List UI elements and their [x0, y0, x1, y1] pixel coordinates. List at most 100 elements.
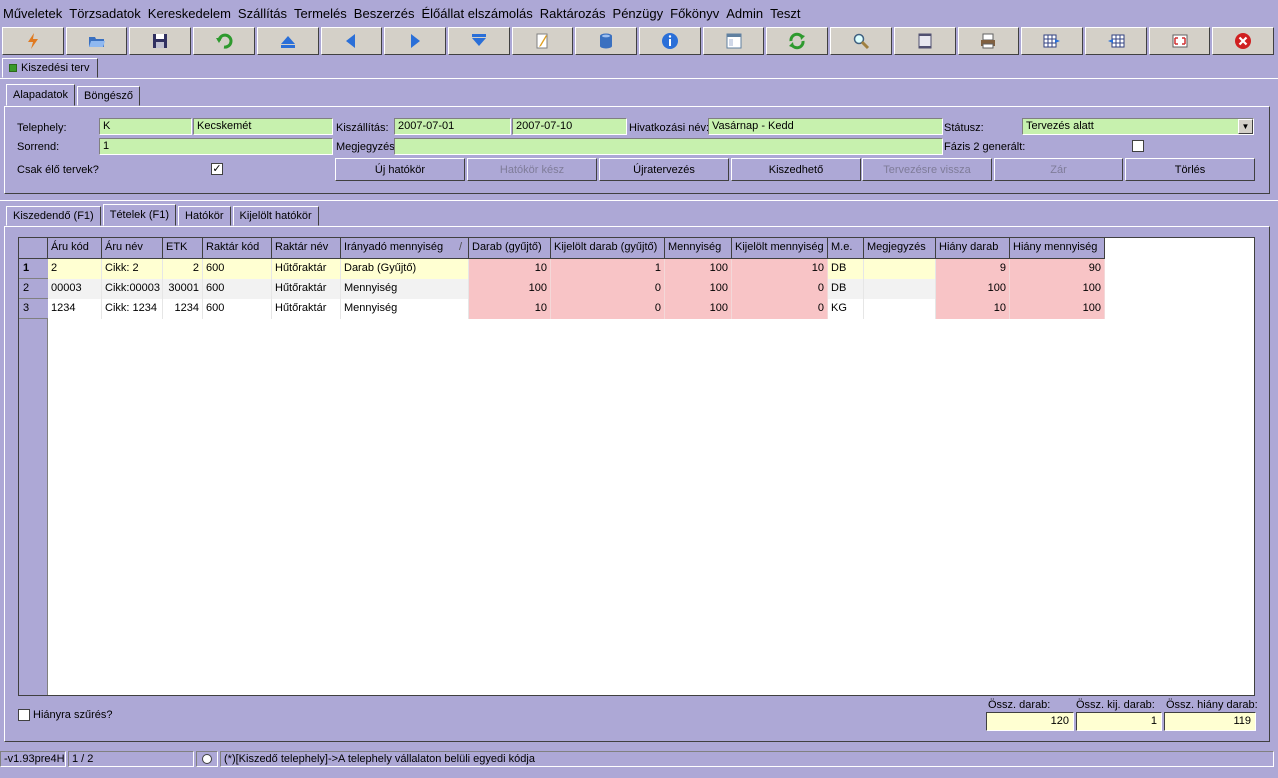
- table-cell[interactable]: 1234: [48, 299, 102, 319]
- print-button[interactable]: [957, 27, 1020, 55]
- table-cell[interactable]: [864, 259, 936, 279]
- tab-hatokor[interactable]: Hatókör: [178, 206, 231, 226]
- menu-teszt[interactable]: Teszt: [770, 6, 800, 21]
- zar-button[interactable]: Zár: [994, 158, 1123, 181]
- tab-alapadatok[interactable]: Alapadatok: [6, 84, 76, 106]
- save-disk-button[interactable]: [129, 27, 192, 55]
- fazis2-checkbox[interactable]: [1132, 140, 1144, 152]
- telephely-code-field[interactable]: K: [99, 118, 192, 135]
- table-cell[interactable]: [864, 279, 936, 299]
- megjegyzes-field[interactable]: [394, 138, 943, 155]
- tab-kijelolt-hatokor[interactable]: Kijelölt hatókör: [232, 206, 319, 226]
- table-cell[interactable]: 0: [551, 279, 665, 299]
- tab-bongeszo[interactable]: Böngésző: [77, 86, 140, 106]
- lightning-button[interactable]: [2, 27, 64, 55]
- column-header[interactable]: Raktár név: [272, 238, 341, 259]
- table-cell[interactable]: 100: [936, 279, 1010, 299]
- table-cell[interactable]: Cikk:00003: [102, 279, 163, 299]
- tab-kiszedendo[interactable]: Kiszedendő (F1): [6, 206, 101, 226]
- table-cell[interactable]: 100: [1010, 279, 1105, 299]
- kiszedheto-button[interactable]: Kiszedhető: [731, 158, 861, 181]
- edit-pencil-button[interactable]: [511, 27, 574, 55]
- table-cell[interactable]: KG: [828, 299, 864, 319]
- table-cell[interactable]: 1234: [163, 299, 203, 319]
- column-header[interactable]: Áru név: [102, 238, 163, 259]
- column-header[interactable]: Darab (gyűjtő): [469, 238, 551, 259]
- table-cell[interactable]: 9: [936, 259, 1010, 279]
- column-header[interactable]: Hiány mennyiség: [1010, 238, 1105, 259]
- kiszallitas-from-field[interactable]: 2007-07-01: [394, 118, 511, 135]
- menu-kereskedelem[interactable]: Kereskedelem: [148, 6, 231, 21]
- table-cell[interactable]: 30001: [163, 279, 203, 299]
- table-cell[interactable]: Mennyiség: [341, 279, 469, 299]
- table-cell[interactable]: Hűtőraktár: [272, 279, 341, 299]
- table-cell[interactable]: Hűtőraktár: [272, 259, 341, 279]
- fullscreen-button[interactable]: [1148, 27, 1211, 55]
- table-cell[interactable]: 600: [203, 299, 272, 319]
- telephely-name-field[interactable]: Kecskemét: [193, 118, 333, 135]
- table-cell[interactable]: 2: [163, 259, 203, 279]
- first-record-button[interactable]: [256, 27, 319, 55]
- columns-button[interactable]: [893, 27, 956, 55]
- table-cell[interactable]: 0: [732, 279, 828, 299]
- tervezesre-vissza-button[interactable]: Tervezésre vissza: [862, 158, 992, 181]
- csak-elo-checkbox[interactable]: ✓: [211, 163, 223, 175]
- menu-beszerzes[interactable]: Beszerzés: [354, 6, 415, 21]
- table-cell[interactable]: 600: [203, 259, 272, 279]
- table-cell[interactable]: 100: [665, 259, 732, 279]
- column-header[interactable]: Hiány darab: [936, 238, 1010, 259]
- menu-admin[interactable]: Admin: [726, 6, 763, 21]
- table-cell[interactable]: 100: [665, 279, 732, 299]
- document-tab[interactable]: Kiszedési terv: [2, 58, 99, 78]
- database-button[interactable]: [575, 27, 638, 55]
- menu-muveletek[interactable]: Műveletek: [3, 6, 62, 21]
- row-number[interactable]: 2: [19, 279, 48, 299]
- previous-record-button[interactable]: [320, 27, 383, 55]
- open-folder-button[interactable]: [65, 27, 128, 55]
- column-header[interactable]: ETK: [163, 238, 203, 259]
- table-cell[interactable]: 10: [732, 259, 828, 279]
- close-button[interactable]: [1212, 27, 1275, 55]
- table-cell[interactable]: 1: [551, 259, 665, 279]
- menu-torzsadatok[interactable]: Törzsadatok: [69, 6, 141, 21]
- chevron-down-icon[interactable]: ▼: [1238, 119, 1253, 134]
- last-record-button[interactable]: [447, 27, 510, 55]
- next-record-button[interactable]: [384, 27, 446, 55]
- form-view-button[interactable]: [702, 27, 765, 55]
- table-cell[interactable]: 100: [1010, 299, 1105, 319]
- grid-import-button[interactable]: [1084, 27, 1147, 55]
- kiszallitas-to-field[interactable]: 2007-07-10: [512, 118, 627, 135]
- menu-raktarozas[interactable]: Raktározás: [540, 6, 606, 21]
- column-header[interactable]: Kijelölt darab (gyűjtő): [551, 238, 665, 259]
- refresh-button[interactable]: [766, 27, 829, 55]
- menu-eloallat[interactable]: Élőállat elszámolás: [422, 6, 533, 21]
- table-cell[interactable]: 0: [732, 299, 828, 319]
- hianyra-checkbox[interactable]: [18, 709, 30, 721]
- row-number[interactable]: 1: [19, 259, 48, 279]
- table-cell[interactable]: DB: [828, 259, 864, 279]
- table-cell[interactable]: 100: [665, 299, 732, 319]
- info-button[interactable]: [639, 27, 701, 55]
- table-cell[interactable]: Darab (Gyűjtő): [341, 259, 469, 279]
- table-cell[interactable]: 10: [936, 299, 1010, 319]
- column-header[interactable]: Áru kód: [48, 238, 102, 259]
- statusz-select[interactable]: Tervezés alatt ▼: [1022, 118, 1254, 135]
- tab-tetelek[interactable]: Tételek (F1): [102, 204, 177, 226]
- row-number[interactable]: 3: [19, 299, 48, 319]
- column-header[interactable]: Raktár kód: [203, 238, 272, 259]
- menu-termeles[interactable]: Termelés: [294, 6, 347, 21]
- table-cell[interactable]: 90: [1010, 259, 1105, 279]
- menu-fokonyv[interactable]: Főkönyv: [670, 6, 719, 21]
- sorrend-field[interactable]: 1: [99, 138, 333, 155]
- table-cell[interactable]: 0: [551, 299, 665, 319]
- search-button[interactable]: [830, 27, 892, 55]
- undo-arrow-button[interactable]: [193, 27, 255, 55]
- table-cell[interactable]: Cikk: 2: [102, 259, 163, 279]
- torles-button[interactable]: Törlés: [1125, 158, 1255, 181]
- table-cell[interactable]: [864, 299, 936, 319]
- column-header[interactable]: Mennyiség: [665, 238, 732, 259]
- column-header[interactable]: Kijelölt mennyiség: [732, 238, 828, 259]
- table-cell[interactable]: Cikk: 1234: [102, 299, 163, 319]
- column-header[interactable]: Megjegyzés: [864, 238, 936, 259]
- grid-export-button[interactable]: [1021, 27, 1083, 55]
